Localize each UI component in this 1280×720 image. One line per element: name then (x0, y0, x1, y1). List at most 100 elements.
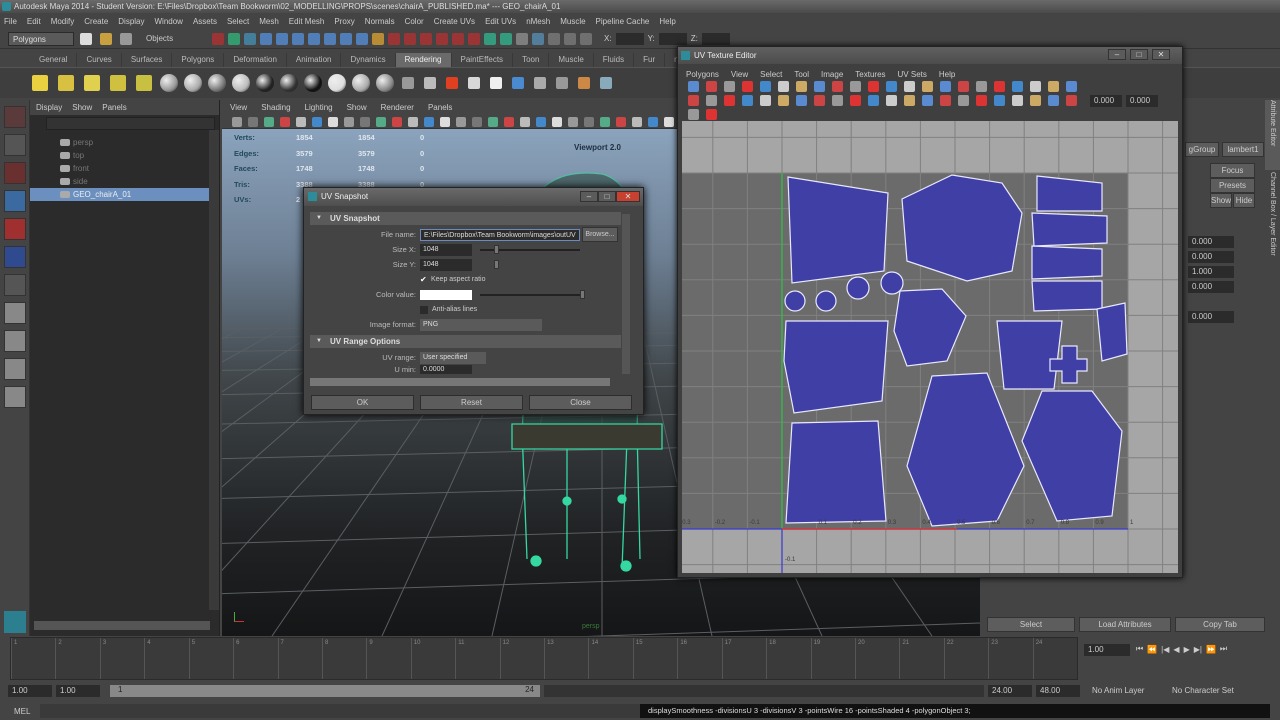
shelf-tool-icon[interactable] (446, 77, 458, 89)
uv-editor-title-bar[interactable]: UV Texture Editor – □ ✕ (678, 47, 1182, 64)
uv-tool-icon[interactable] (706, 95, 717, 106)
selection-mask-icon[interactable] (212, 32, 224, 45)
menu-normals[interactable]: Normals (365, 17, 395, 26)
shelf-tool-icon[interactable] (424, 77, 436, 89)
viewport-tool-icon[interactable] (296, 116, 306, 127)
shelf-tab-rendering[interactable]: Rendering (395, 53, 452, 67)
image-format-dropdown[interactable]: PNG (420, 318, 542, 331)
outliner-menu-show[interactable]: Show (72, 103, 92, 112)
playback-start-field[interactable]: 1.00 (56, 684, 100, 697)
shelf-tool-icon[interactable] (352, 74, 370, 92)
layout-outliner-icon[interactable] (4, 358, 26, 380)
load-attributes-button[interactable]: Load Attributes (1079, 617, 1171, 632)
uv-tool-icon[interactable] (724, 95, 735, 106)
color-swatch[interactable] (420, 289, 472, 300)
viewport-tool-icon[interactable] (664, 116, 674, 127)
menu-color[interactable]: Color (405, 17, 424, 26)
minimize-button[interactable]: – (580, 191, 598, 202)
uv-tool-icon[interactable] (994, 81, 1005, 92)
menu-proxy[interactable]: Proxy (334, 17, 354, 26)
viewport-tool-icon[interactable] (280, 116, 290, 127)
viewport-tool-icon[interactable] (616, 116, 626, 127)
uv-tool-icon[interactable] (904, 81, 915, 92)
selection-mask-icon[interactable] (228, 32, 240, 45)
shelf-tool-icon[interactable] (184, 74, 202, 92)
lasso-tool-icon[interactable] (4, 134, 26, 156)
outliner-item-side[interactable]: side (30, 175, 219, 188)
uv-menu-polygons[interactable]: Polygons (686, 70, 719, 79)
new-scene-icon[interactable] (80, 32, 92, 45)
shelf-tool-icon[interactable] (32, 75, 48, 91)
uv-tool-icon[interactable] (958, 81, 969, 92)
close-dialog-button[interactable]: Close (529, 395, 632, 410)
viewport-tool-icon[interactable] (328, 116, 338, 127)
range-slider-bar[interactable]: 1 24 (110, 684, 540, 697)
uv-menu-select[interactable]: Select (760, 70, 782, 79)
uv-tool-icon[interactable] (922, 95, 933, 106)
shelf-tool-icon[interactable] (160, 74, 178, 92)
paint-select-tool-icon[interactable] (4, 162, 26, 184)
start-time-field[interactable]: 1.00 (8, 684, 52, 697)
shelf-tool-icon[interactable] (534, 77, 546, 89)
shelf-tool-icon[interactable] (232, 74, 250, 92)
close-button[interactable]: ✕ (1152, 49, 1170, 60)
viewport-tool-icon[interactable] (472, 116, 482, 127)
uv-menu-view[interactable]: View (731, 70, 748, 79)
uv-tool-icon[interactable] (886, 81, 897, 92)
shelf-tab-animation[interactable]: Animation (287, 53, 342, 67)
uv-range-section-header[interactable]: UV Range Options (310, 335, 621, 348)
selection-mask-icon[interactable] (260, 32, 272, 45)
shelf-tool-icon[interactable] (376, 74, 394, 92)
rotate-tool-icon[interactable] (4, 218, 26, 240)
viewport-menu-shading[interactable]: Shading (261, 103, 290, 112)
viewport-menu-lighting[interactable]: Lighting (305, 103, 333, 112)
x-field[interactable] (615, 32, 644, 45)
viewport-tool-icon[interactable] (360, 116, 370, 127)
shelf-tool-icon[interactable] (512, 77, 524, 89)
shelf-tool-icon[interactable] (110, 75, 126, 91)
outliner-menu-display[interactable]: Display (36, 103, 62, 112)
attr-value-2[interactable]: 1.000 (1188, 266, 1234, 278)
menu-window[interactable]: Window (155, 17, 183, 26)
size-y-slider[interactable] (480, 259, 580, 269)
uv-tool-icon[interactable] (940, 81, 951, 92)
character-set-dropdown[interactable]: No Character Set (1164, 686, 1244, 695)
viewport-tool-icon[interactable] (440, 116, 450, 127)
selection-mask-icon[interactable] (564, 32, 576, 45)
selection-mask-icon[interactable] (356, 32, 368, 45)
layout-four-icon[interactable] (4, 330, 26, 352)
hide-button[interactable]: Hide (1233, 193, 1255, 208)
step-forward-icon[interactable]: ⏩ (1206, 645, 1216, 654)
tab-shading-group[interactable]: gGroup (1185, 142, 1219, 157)
menu-mesh[interactable]: Mesh (259, 17, 279, 26)
selection-mask-icon[interactable] (292, 32, 304, 45)
menu-edit-mesh[interactable]: Edit Mesh (289, 17, 325, 26)
shelf-tool-icon[interactable] (490, 77, 502, 89)
shelf-tool-icon[interactable] (58, 75, 74, 91)
selection-mask-icon[interactable] (532, 32, 544, 45)
uv-tool-icon[interactable] (796, 81, 807, 92)
uv-tool-icon[interactable] (1012, 95, 1023, 106)
selection-mask-icon[interactable] (548, 32, 560, 45)
shelf-tab-curves[interactable]: Curves (77, 53, 122, 67)
shelf-tool-icon[interactable] (280, 74, 298, 92)
outliner-search-input[interactable] (46, 117, 215, 130)
viewport-tool-icon[interactable] (648, 116, 658, 127)
menu-create[interactable]: Create (84, 17, 108, 26)
play-backwards-icon[interactable]: ◀ (1173, 645, 1179, 654)
shelf-tab-dynamics[interactable]: Dynamics (341, 53, 396, 67)
last-tool-icon[interactable] (4, 274, 26, 296)
uv-snapshot-section-header[interactable]: UV Snapshot (310, 212, 621, 225)
uv-tool-icon[interactable] (976, 95, 987, 106)
uv-tool-icon[interactable] (688, 109, 699, 120)
selection-mask-icon[interactable] (436, 32, 448, 45)
uv-tool-icon[interactable] (706, 109, 717, 120)
viewport-tool-icon[interactable] (312, 116, 322, 127)
shelf-tool-icon[interactable] (256, 74, 274, 92)
size-x-slider[interactable] (480, 244, 580, 254)
outliner-item-front[interactable]: front (30, 162, 219, 175)
selection-mask-icon[interactable] (580, 32, 592, 45)
select-tool-icon[interactable] (4, 106, 26, 128)
side-tab-attribute-editor[interactable]: Attribute Editor (1265, 100, 1280, 170)
shelf-tab-general[interactable]: General (30, 53, 78, 67)
